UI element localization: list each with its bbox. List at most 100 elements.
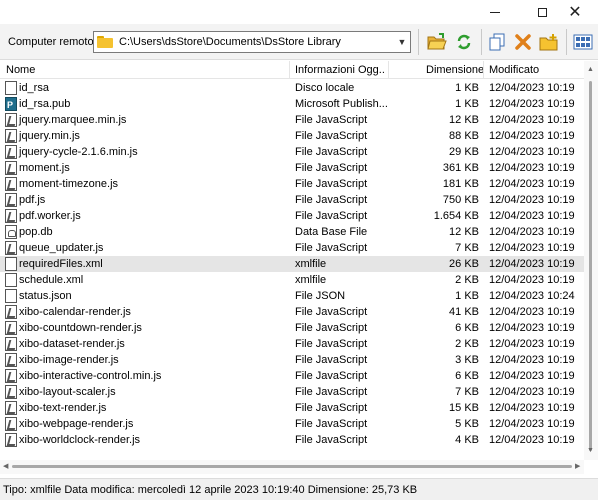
file-row[interactable]: moment.js File JavaScript 361 KB 12/04/2023…	[0, 160, 584, 176]
column-info[interactable]: Informazioni Ogg...	[295, 61, 385, 79]
location-label: Computer remoto	[8, 36, 94, 48]
javascript-file-icon	[5, 113, 17, 127]
file-row[interactable]: jquery.min.js File JavaScript 88 KB 12/04/2…	[0, 128, 584, 144]
javascript-file-icon	[5, 129, 17, 143]
maximize-icon	[537, 7, 547, 17]
column-name[interactable]: Nome	[6, 61, 35, 79]
column-modified[interactable]: Modificato	[489, 61, 539, 79]
file-name: pop.db	[19, 226, 53, 238]
file-size: 6 KB	[455, 322, 479, 334]
scroll-up-icon[interactable]: ▲	[587, 66, 594, 73]
file-row[interactable]: xibo-calendar-render.js File JavaScript 41…	[0, 304, 584, 320]
open-folder-button[interactable]	[426, 31, 448, 53]
toolbar-separator	[566, 29, 567, 55]
status-text: Tipo: xmlfile Data modifica: mercoledì 1…	[3, 484, 418, 496]
file-row[interactable]: moment-timezone.js File JavaScript 181 KB 1…	[0, 176, 584, 192]
file-modified: 12/04/2023 10:19	[489, 82, 575, 94]
refresh-button[interactable]	[453, 31, 475, 53]
file-modified: 12/04/2023 10:19	[489, 242, 575, 254]
minimize-button[interactable]	[472, 0, 518, 24]
javascript-file-icon	[5, 385, 17, 399]
file-name: xibo-countdown-render.js	[19, 322, 142, 334]
file-type: Data Base File	[295, 226, 368, 238]
file-name: xibo-webpage-render.js	[19, 418, 134, 430]
file-size: 1 KB	[455, 290, 479, 302]
file-row[interactable]: queue_updater.js File JavaScript 7 KB 12/04…	[0, 240, 584, 256]
close-button[interactable]: ✕	[552, 0, 598, 24]
delete-button[interactable]	[512, 31, 534, 53]
file-modified: 12/04/2023 10:19	[489, 322, 575, 334]
file-modified: 12/04/2023 10:19	[489, 354, 575, 366]
file-size: 1 KB	[455, 98, 479, 110]
file-type: File JavaScript	[295, 162, 368, 174]
file-name: pdf.js	[19, 194, 46, 206]
vertical-scroll-thumb[interactable]	[589, 81, 592, 451]
file-type: File JavaScript	[295, 338, 368, 350]
file-row[interactable]: jquery-cycle-2.1.6.min.js File JavaScript…	[0, 144, 584, 160]
file-modified: 12/04/2023 10:19	[489, 418, 575, 430]
file-size: 41 KB	[449, 306, 479, 318]
file-modified: 12/04/2023 10:19	[489, 114, 575, 126]
file-type: xmlfile	[295, 274, 327, 286]
file-name: xibo-worldclock-render.js	[19, 434, 141, 446]
file-row[interactable]: xibo-image-render.js File JavaScript 3 KB 1…	[0, 352, 584, 368]
file-row[interactable]: status.json File JSON 1 KB 12/04/2023 10:24	[0, 288, 584, 304]
refresh-icon	[457, 34, 471, 50]
file-row[interactable]: pdf.js File JavaScript 750 KB 12/04/2023 10…	[0, 192, 584, 208]
javascript-file-icon	[5, 145, 17, 159]
file-row[interactable]: id_rsa Disco locale 1 KB 12/04/2023 10:19	[0, 80, 584, 96]
file-type: File JavaScript	[295, 146, 368, 158]
new-folder-button[interactable]	[538, 31, 560, 53]
file-size: 7 KB	[455, 386, 479, 398]
file-modified: 12/04/2023 10:19	[489, 226, 575, 238]
scroll-right-icon[interactable]: ▶	[575, 462, 580, 470]
file-row[interactable]: xibo-webpage-render.js File JavaScript 5 K…	[0, 416, 584, 432]
file-type: Disco locale	[295, 82, 355, 94]
vertical-scrollbar[interactable]: ▲ ▼	[584, 61, 598, 460]
file-type: File JavaScript	[295, 114, 368, 126]
folder-icon	[97, 36, 113, 48]
file-type: File JavaScript	[295, 354, 368, 366]
column-divider[interactable]	[289, 61, 290, 79]
file-icon	[5, 273, 17, 287]
file-modified: 12/04/2023 10:19	[489, 258, 575, 270]
delete-icon	[515, 34, 531, 50]
column-divider[interactable]	[483, 61, 484, 79]
file-name: xibo-dataset-render.js	[19, 338, 125, 350]
chevron-down-icon[interactable]: ▼	[394, 32, 410, 52]
file-size: 361 KB	[442, 162, 479, 174]
file-row[interactable]: pdf.worker.js File JavaScript 1.654 KB 12/0…	[0, 208, 584, 224]
javascript-file-icon	[5, 337, 17, 351]
file-row[interactable]: xibo-worldclock-render.js File JavaScript…	[0, 432, 584, 448]
file-modified: 12/04/2023 10:19	[489, 98, 575, 110]
file-row[interactable]: xibo-layout-scaler.js File JavaScript 7 KB…	[0, 384, 584, 400]
file-type: File JavaScript	[295, 418, 368, 430]
file-row[interactable]: xibo-countdown-render.js File JavaScript 6…	[0, 320, 584, 336]
file-type: xmlfile	[295, 258, 327, 270]
column-size[interactable]: Dimensione	[426, 61, 484, 79]
scroll-left-icon[interactable]: ◀	[3, 462, 8, 470]
file-modified: 12/04/2023 10:19	[489, 370, 575, 382]
copy-button[interactable]	[486, 31, 508, 53]
horizontal-scroll-thumb[interactable]	[12, 465, 572, 468]
database-file-icon	[5, 225, 17, 239]
file-type: File JavaScript	[295, 210, 368, 222]
javascript-file-icon	[5, 417, 17, 431]
path-combobox[interactable]: C:\Users\dsStore\Documents\DsStore Libra…	[93, 31, 411, 53]
file-row[interactable]: xibo-dataset-render.js File JavaScript 2 K…	[0, 336, 584, 352]
file-row[interactable]: xibo-interactive-control.min.js File Java…	[0, 368, 584, 384]
file-row[interactable]: schedule.xml xmlfile 2 KB 12/04/2023 10:19	[0, 272, 584, 288]
file-row[interactable]: requiredFiles.xml xmlfile 26 KB 12/04/2023 …	[0, 256, 584, 272]
file-row[interactable]: jquery.marquee.min.js File JavaScript 12 K…	[0, 112, 584, 128]
file-row[interactable]: xibo-text-render.js File JavaScript 15 KB 1…	[0, 400, 584, 416]
file-row[interactable]: pop.db Data Base File 12 KB 12/04/2023 10:1…	[0, 224, 584, 240]
file-row[interactable]: id_rsa.pub Microsoft Publish... 1 KB 12/04/…	[0, 96, 584, 113]
file-size: 4 KB	[455, 434, 479, 446]
horizontal-scrollbar[interactable]: ◀ ▶	[0, 460, 584, 474]
column-divider[interactable]	[388, 61, 389, 79]
view-button[interactable]	[572, 31, 594, 53]
scroll-down-icon[interactable]: ▼	[587, 447, 594, 454]
javascript-file-icon	[5, 241, 17, 255]
javascript-file-icon	[5, 401, 17, 415]
file-modified: 12/04/2023 10:19	[489, 210, 575, 222]
